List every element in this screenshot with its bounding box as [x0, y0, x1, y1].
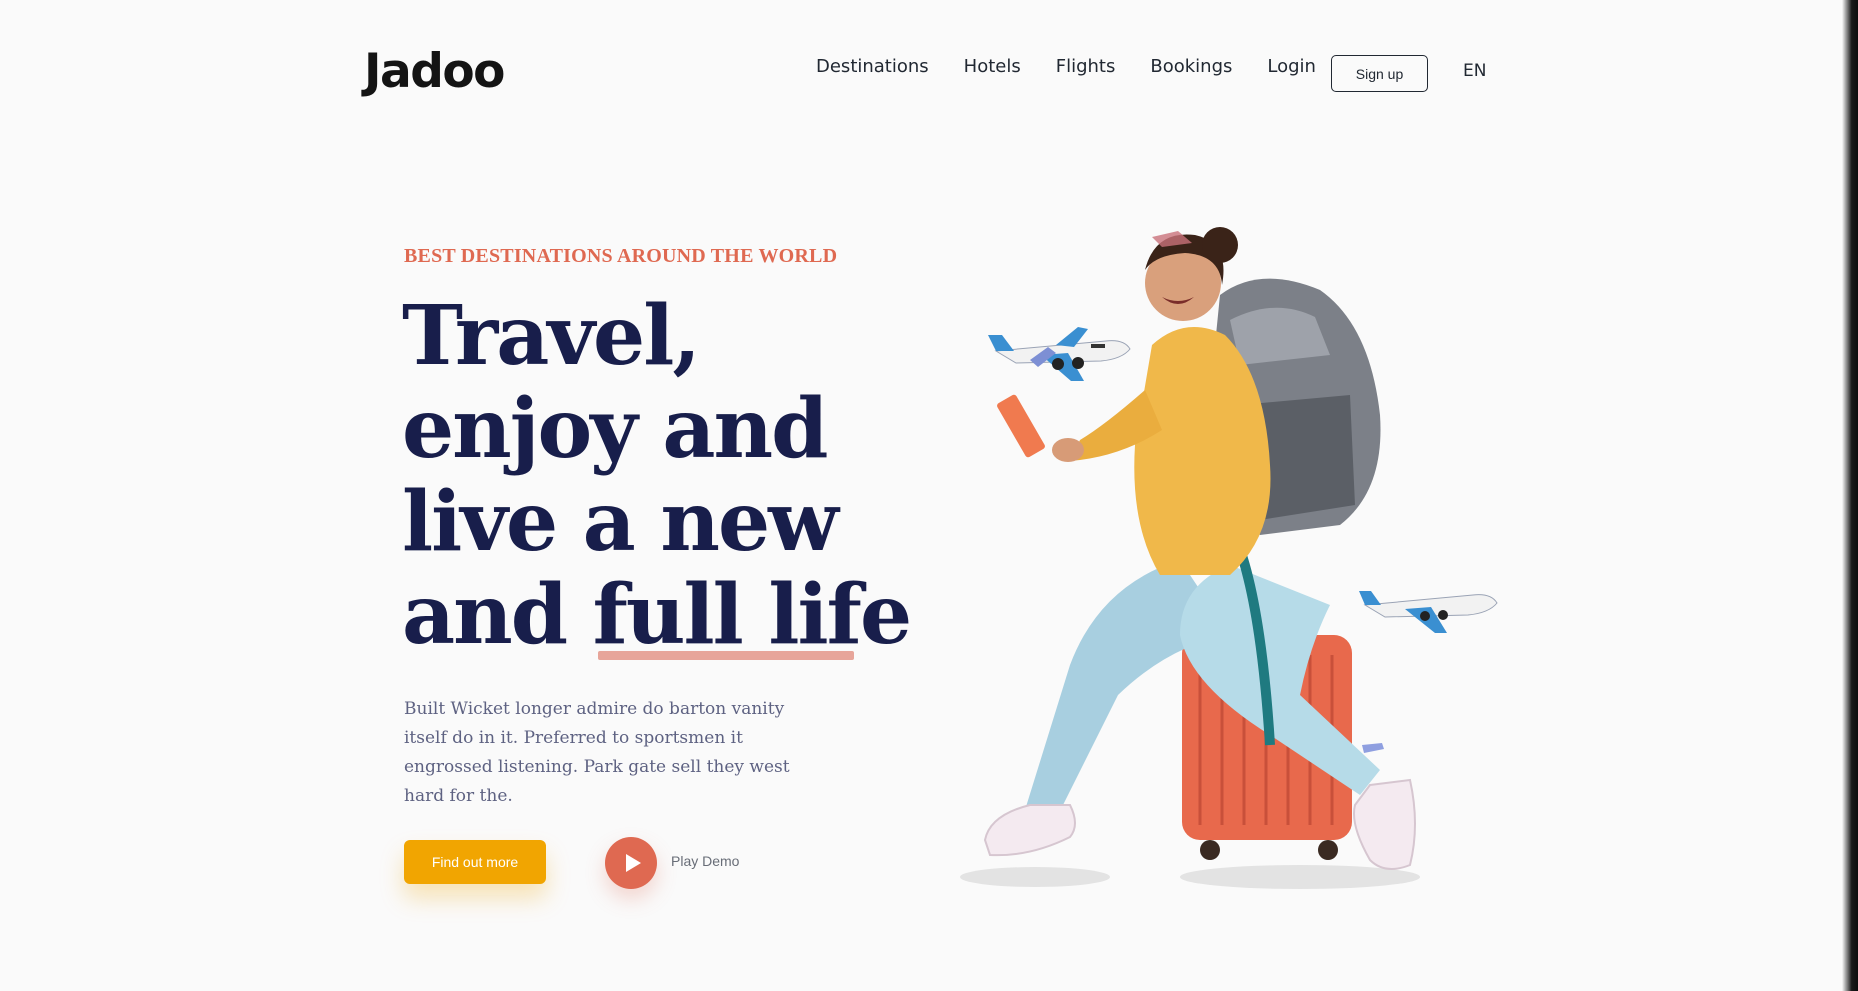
- window-edge: [1842, 0, 1858, 991]
- airplane-icon: [1359, 591, 1498, 633]
- nav-destinations[interactable]: Destinations: [816, 56, 929, 77]
- nav-flights[interactable]: Flights: [1056, 56, 1116, 77]
- traveler-illustration: [960, 227, 1498, 889]
- headline-line-2: enjoy and: [402, 381, 828, 477]
- headline-highlight: full life: [592, 567, 912, 663]
- headline-line-4: and full life: [402, 567, 912, 663]
- headline-line-1: Travel,: [402, 288, 701, 384]
- headline-line-4-prefix: and: [402, 567, 593, 663]
- nav-login[interactable]: Login: [1267, 56, 1316, 77]
- headline-line-3: live a new: [402, 474, 839, 570]
- hero-headline: Travel, enjoy and live a new and full li…: [402, 288, 912, 663]
- signup-button[interactable]: Sign up: [1331, 55, 1428, 92]
- main-nav: Destinations Hotels Flights Bookings Log…: [816, 56, 1351, 77]
- language-selector[interactable]: EN: [1463, 61, 1486, 81]
- nav-bookings[interactable]: Bookings: [1150, 56, 1232, 77]
- play-icon[interactable]: [605, 837, 657, 889]
- find-out-more-button[interactable]: Find out more: [404, 840, 546, 884]
- hero-description: Built Wicket longer admire do barton van…: [404, 699, 790, 806]
- brand-logo[interactable]: Jadoo: [364, 44, 505, 99]
- hero-eyebrow: BEST DESTINATIONS AROUND THE WORLD: [404, 245, 838, 267]
- airplane-icon: [988, 327, 1131, 381]
- nav-hotels[interactable]: Hotels: [964, 56, 1021, 77]
- play-demo-label[interactable]: Play Demo: [671, 853, 739, 869]
